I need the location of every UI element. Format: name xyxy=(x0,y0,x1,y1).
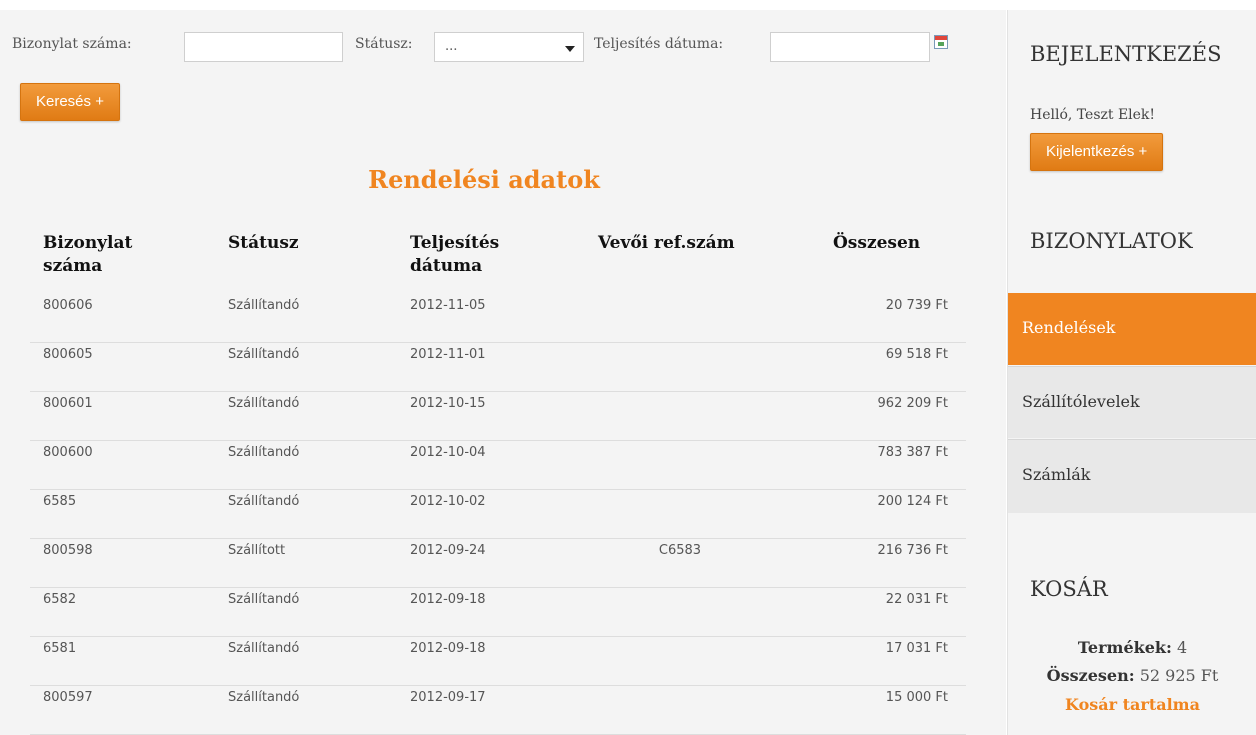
cart-heading: KOSÁR xyxy=(1030,577,1108,601)
cell-date: 2012-09-18 xyxy=(410,641,486,656)
page-title: Rendelési adatok xyxy=(368,165,600,194)
table-row[interactable]: 800606 Szállítandó 2012-11-05 20 739 Ft xyxy=(30,293,966,343)
status-select[interactable]: ... xyxy=(434,32,584,62)
search-button[interactable]: Keresés + xyxy=(20,83,120,121)
cell-date: 2012-11-01 xyxy=(410,347,486,362)
doc-number-label: Bizonylat száma: xyxy=(12,36,132,52)
sidebar-item-orders[interactable]: Rendelések xyxy=(1008,293,1256,365)
login-heading: BEJELENTKEZÉS xyxy=(1030,42,1222,66)
cell-status: Szállítandó xyxy=(228,592,300,607)
table-row[interactable]: 800601 Szállítandó 2012-10-15 962 209 Ft xyxy=(30,391,966,441)
doc-number-input[interactable] xyxy=(184,32,343,62)
cell-status: Szállítandó xyxy=(228,298,300,313)
status-selected-value: ... xyxy=(445,39,458,54)
cell-date: 2012-10-02 xyxy=(410,494,486,509)
cell-number: 800598 xyxy=(43,543,93,558)
cell-total: 200 124 Ft xyxy=(877,494,948,509)
documents-heading: BIZONYLATOK xyxy=(1030,229,1193,253)
cell-ref: C6583 xyxy=(658,543,702,558)
cell-date: 2012-10-04 xyxy=(410,445,486,460)
column-header-date: Teljesítés dátuma xyxy=(410,233,500,276)
cart-products-label: Termékek: xyxy=(1077,638,1172,657)
table-row[interactable]: 6581 Szállítandó 2012-09-18 17 031 Ft xyxy=(30,636,966,686)
sidebar-item-delivery-notes[interactable]: Szállítólevelek xyxy=(1008,366,1256,438)
cart-total-value: 52 925 Ft xyxy=(1139,666,1219,685)
cell-date: 2012-09-24 xyxy=(410,543,486,558)
cell-status: Szállított xyxy=(228,543,286,558)
cell-total: 20 739 Ft xyxy=(885,298,948,313)
cell-status: Szállítandó xyxy=(228,396,300,411)
sidebar: BEJELENTKEZÉS Helló, Teszt Elek! Kijelen… xyxy=(1007,10,1256,735)
cell-total: 69 518 Ft xyxy=(885,347,948,362)
status-label: Státusz: xyxy=(355,36,413,52)
cell-total: 17 031 Ft xyxy=(885,641,948,656)
cell-status: Szállítandó xyxy=(228,494,300,509)
cell-number: 6585 xyxy=(43,494,77,509)
column-header-total: Összesen xyxy=(833,233,921,253)
date-input[interactable] xyxy=(770,32,930,62)
cell-status: Szállítandó xyxy=(228,641,300,656)
cart-products: Termékek: 4 xyxy=(1008,638,1256,657)
cell-date: 2012-09-17 xyxy=(410,690,486,705)
cell-total: 22 031 Ft xyxy=(885,592,948,607)
caret-down-icon xyxy=(565,46,575,52)
cart-contents-link[interactable]: Kosár tartalma xyxy=(1008,695,1256,714)
main-content: Bizonylat száma: Státusz: ... Teljesítés… xyxy=(0,10,1006,735)
cell-status: Szállítandó xyxy=(228,690,300,705)
table-row[interactable]: 6582 Szállítandó 2012-09-18 22 031 Ft xyxy=(30,587,966,637)
cell-number: 800601 xyxy=(43,396,93,411)
table-row[interactable]: 800600 Szállítandó 2012-10-04 783 387 Ft xyxy=(30,440,966,490)
cell-total: 216 736 Ft xyxy=(877,543,948,558)
cell-number: 800600 xyxy=(43,445,93,460)
cart-products-value: 4 xyxy=(1176,638,1188,657)
sidebar-item-invoices[interactable]: Számlák xyxy=(1008,439,1256,513)
cell-number: 800606 xyxy=(43,298,93,313)
date-label: Teljesítés dátuma: xyxy=(594,36,724,52)
cell-total: 15 000 Ft xyxy=(885,690,948,705)
cell-number: 800605 xyxy=(43,347,93,362)
cart-total-label: Összesen: xyxy=(1046,666,1135,685)
table-row[interactable]: 800605 Szállítandó 2012-11-01 69 518 Ft xyxy=(30,342,966,392)
table-row[interactable]: 800597 Szállítandó 2012-09-17 15 000 Ft xyxy=(30,685,966,735)
cell-number: 800597 xyxy=(43,690,93,705)
cell-number: 6581 xyxy=(43,641,77,656)
cell-date: 2012-10-15 xyxy=(410,396,486,411)
column-header-status: Státusz xyxy=(228,233,299,253)
cell-total: 962 209 Ft xyxy=(877,396,948,411)
column-header-ref: Vevői ref.szám xyxy=(598,233,735,253)
cell-total: 783 387 Ft xyxy=(877,445,948,460)
cell-date: 2012-09-18 xyxy=(410,592,486,607)
table-row[interactable]: 6585 Szállítandó 2012-10-02 200 124 Ft xyxy=(30,489,966,539)
logout-button[interactable]: Kijelentkezés + xyxy=(1030,133,1164,171)
table-row[interactable]: 800598 Szállított 2012-09-24 C6583 216 736 F… xyxy=(30,538,966,588)
cell-date: 2012-11-05 xyxy=(410,298,486,313)
column-header-number: Bizonylat száma xyxy=(43,233,133,276)
greeting-text: Helló, Teszt Elek! xyxy=(1030,107,1156,123)
cart-total: Összesen: 52 925 Ft xyxy=(1008,666,1256,685)
cell-status: Szállítandó xyxy=(228,445,300,460)
cell-status: Szállítandó xyxy=(228,347,300,362)
calendar-icon[interactable] xyxy=(934,35,948,49)
cell-number: 6582 xyxy=(43,592,77,607)
